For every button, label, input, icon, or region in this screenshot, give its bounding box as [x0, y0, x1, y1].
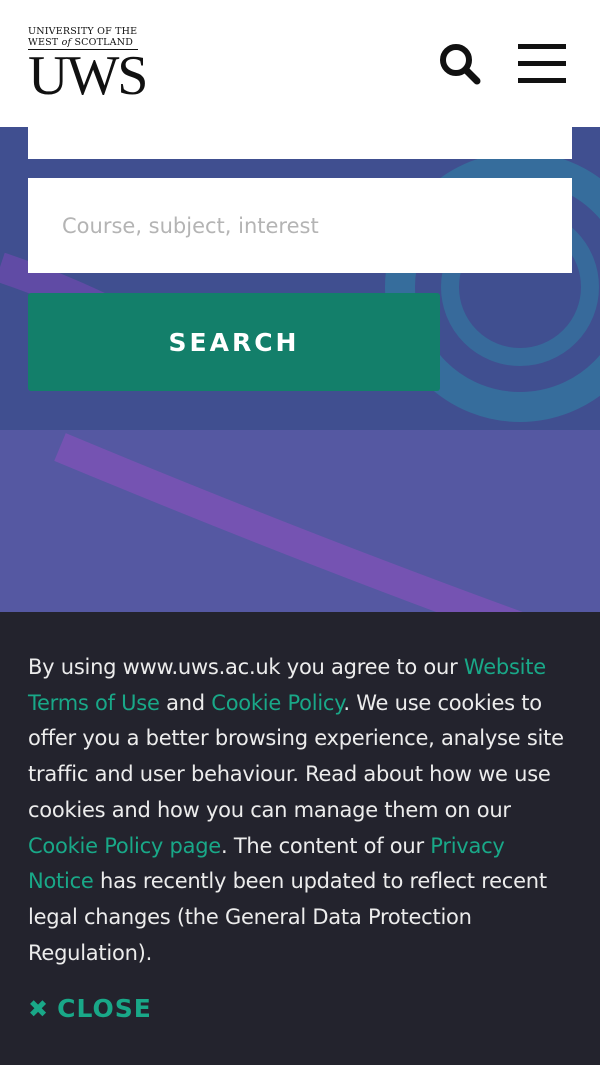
close-label: CLOSE [57, 994, 152, 1023]
search-field-upper[interactable] [28, 127, 572, 159]
logo-line-1: UNIVERSITY OF THE [28, 26, 138, 37]
site-header: UNIVERSITY OF THE WEST of SCOTLAND UWS [0, 0, 600, 127]
search-button[interactable]: SEARCH [28, 293, 440, 391]
cookie-banner: By using www.uws.ac.uk you agree to our … [0, 612, 600, 1065]
cookie-message: By using www.uws.ac.uk you agree to our … [28, 655, 564, 965]
close-icon: ✖ [28, 994, 50, 1023]
cookie-policy-page-link[interactable]: Cookie Policy page [28, 834, 221, 858]
hamburger-menu-icon [518, 44, 566, 83]
uws-logo[interactable]: UNIVERSITY OF THE WEST of SCOTLAND UWS [28, 26, 148, 108]
header-menu-button[interactable] [516, 40, 570, 88]
course-search-input[interactable] [28, 178, 572, 273]
search-icon [440, 44, 481, 85]
cookie-policy-link[interactable]: Cookie Policy [211, 691, 343, 715]
header-search-button[interactable] [436, 40, 484, 88]
cookie-close-button[interactable]: ✖ CLOSE [28, 994, 152, 1023]
logo-mark: UWS [28, 45, 148, 107]
